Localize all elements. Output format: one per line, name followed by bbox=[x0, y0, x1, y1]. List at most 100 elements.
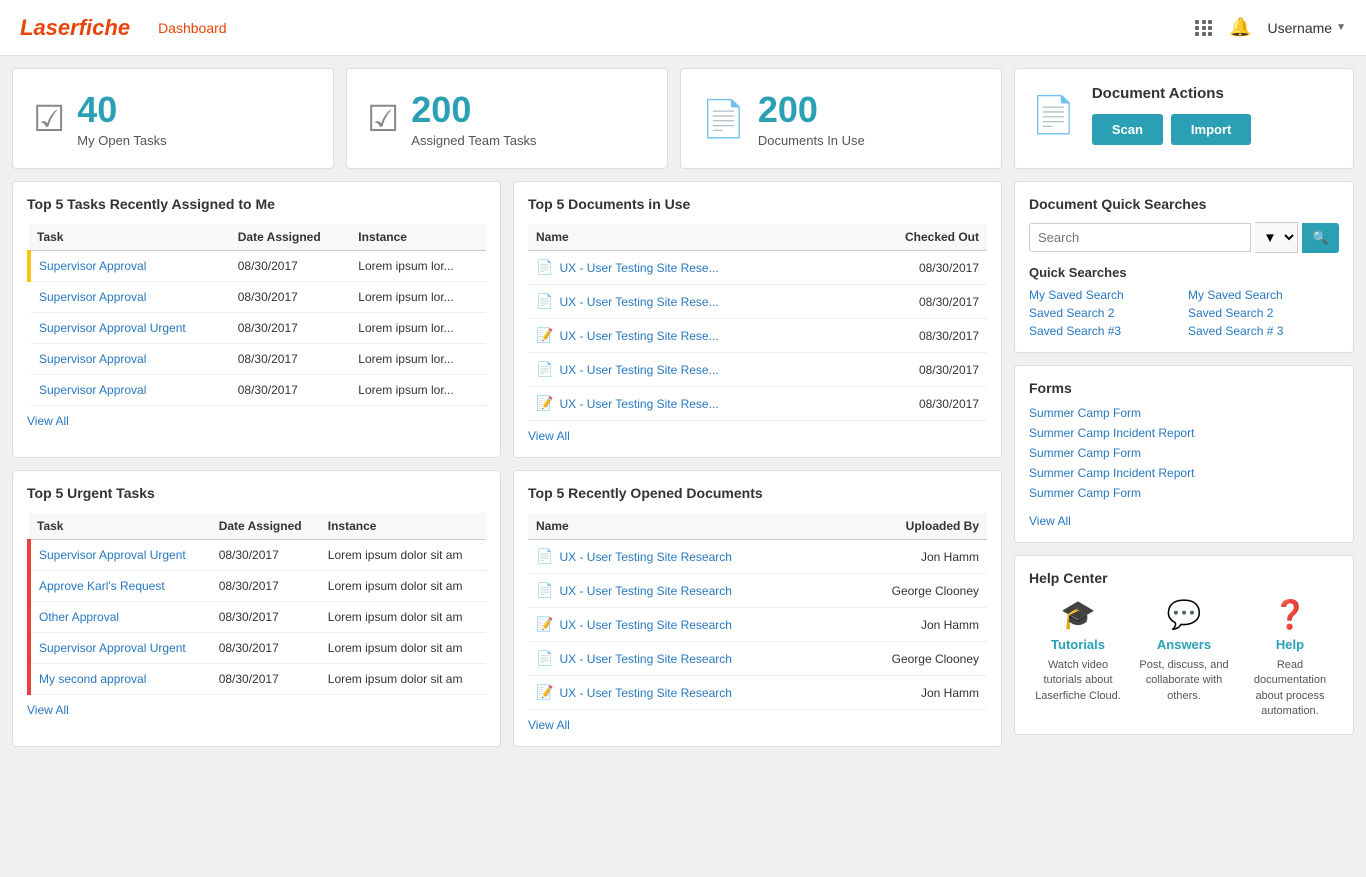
help-item-desc: Post, discuss, and collaborate with othe… bbox=[1135, 658, 1233, 704]
quick-search-link[interactable]: Saved Search #3 bbox=[1029, 324, 1180, 338]
recent-doc-link[interactable]: UX - User Testing Site Research bbox=[559, 686, 732, 700]
docs-in-use-table: Name Checked Out 📄 UX - User Testing Sit… bbox=[528, 224, 987, 421]
top-tasks-col-date: Date Assigned bbox=[230, 224, 351, 251]
task-instance-cell: Lorem ipsum lor... bbox=[350, 344, 486, 375]
urgent-tasks-table: Task Date Assigned Instance Supervisor A… bbox=[27, 513, 486, 695]
apps-icon[interactable] bbox=[1195, 20, 1213, 36]
doc-link[interactable]: UX - User Testing Site Rese... bbox=[559, 261, 718, 275]
help-item[interactable]: 🎓 Tutorials Watch video tutorials about … bbox=[1029, 598, 1127, 720]
open-tasks-stat: ☑ 40 My Open Tasks bbox=[12, 68, 334, 169]
app-logo: Laserfiche bbox=[20, 15, 130, 41]
team-tasks-icon: ☑ bbox=[367, 98, 399, 140]
urgent-tasks-view-all[interactable]: View All bbox=[27, 703, 69, 717]
recent-doc-name-cell: 📝 UX - User Testing Site Research bbox=[528, 676, 837, 710]
recent-doc-link[interactable]: UX - User Testing Site Research bbox=[559, 550, 732, 564]
username-label: Username bbox=[1268, 20, 1333, 36]
top-tasks-col-instance: Instance bbox=[350, 224, 486, 251]
team-tasks-label: Assigned Team Tasks bbox=[411, 133, 536, 148]
task-date-cell: 08/30/2017 bbox=[230, 282, 351, 313]
doc-link[interactable]: UX - User Testing Site Rese... bbox=[559, 295, 718, 309]
quick-search-link[interactable]: My Saved Search bbox=[1029, 288, 1180, 302]
table-row: 📝 UX - User Testing Site Research Jon Ha… bbox=[528, 676, 987, 710]
help-center-section: Help Center 🎓 Tutorials Watch video tuto… bbox=[1014, 555, 1354, 735]
doc-actions-title: Document Actions bbox=[1092, 85, 1252, 102]
recent-doc-uploaded-cell: George Clooney bbox=[837, 642, 988, 676]
doc-link[interactable]: UX - User Testing Site Rese... bbox=[559, 363, 718, 377]
recent-col-uploaded: Uploaded By bbox=[837, 513, 988, 540]
urgent-task-link[interactable]: Approve Karl's Request bbox=[39, 579, 165, 593]
forms-view-all[interactable]: View All bbox=[1029, 514, 1071, 528]
quick-search-link[interactable]: Saved Search 2 bbox=[1188, 306, 1339, 320]
recent-doc-uploaded-cell: George Clooney bbox=[837, 574, 988, 608]
help-item[interactable]: ❓ Help Read documentation about process … bbox=[1241, 598, 1339, 720]
urgent-task-name-cell: Supervisor Approval Urgent bbox=[29, 633, 211, 664]
pdf-icon: 📄 bbox=[536, 650, 553, 667]
table-row: Supervisor Approval 08/30/2017 Lorem ips… bbox=[29, 344, 486, 375]
quick-searches-section-title: Document Quick Searches bbox=[1029, 196, 1339, 212]
quick-search-link[interactable]: My Saved Search bbox=[1188, 288, 1339, 302]
urgent-task-link[interactable]: Supervisor Approval Urgent bbox=[39, 641, 186, 655]
task-date-cell: 08/30/2017 bbox=[230, 313, 351, 344]
chevron-down-icon: ▼ bbox=[1336, 22, 1346, 33]
urgent-task-name-cell: Approve Karl's Request bbox=[29, 571, 211, 602]
task-link[interactable]: Supervisor Approval bbox=[39, 290, 146, 304]
task-link[interactable]: Supervisor Approval bbox=[39, 383, 146, 397]
task-link[interactable]: Supervisor Approval bbox=[39, 259, 146, 273]
task-instance-cell: Lorem ipsum lor... bbox=[350, 251, 486, 282]
form-link[interactable]: Summer Camp Incident Report bbox=[1029, 426, 1339, 440]
task-link[interactable]: Supervisor Approval bbox=[39, 352, 146, 366]
doc-link[interactable]: UX - User Testing Site Rese... bbox=[559, 397, 718, 411]
notifications-icon[interactable]: 🔔 bbox=[1229, 17, 1251, 38]
left-column: Top 5 Tasks Recently Assigned to Me Task… bbox=[12, 181, 501, 747]
urgent-task-name-cell: My second approval bbox=[29, 664, 211, 695]
table-row: 📝 UX - User Testing Site Rese... 08/30/2… bbox=[528, 319, 987, 353]
urgent-task-date-cell: 08/30/2017 bbox=[211, 540, 320, 571]
urgent-task-link[interactable]: Other Approval bbox=[39, 610, 119, 624]
recent-doc-link[interactable]: UX - User Testing Site Research bbox=[559, 652, 732, 666]
team-tasks-stat: ☑ 200 Assigned Team Tasks bbox=[346, 68, 668, 169]
recent-doc-link[interactable]: UX - User Testing Site Research bbox=[559, 618, 732, 632]
recently-opened-panel: Top 5 Recently Opened Documents Name Upl… bbox=[513, 470, 1002, 747]
top-tasks-view-all[interactable]: View All bbox=[27, 414, 69, 428]
doc-name-cell: 📄 UX - User Testing Site Rese... bbox=[528, 285, 844, 319]
urgent-task-instance-cell: Lorem ipsum dolor sit am bbox=[320, 602, 486, 633]
docs-in-use-view-all[interactable]: View All bbox=[528, 429, 570, 443]
urgent-task-link[interactable]: Supervisor Approval Urgent bbox=[39, 548, 186, 562]
urgent-task-link[interactable]: My second approval bbox=[39, 672, 146, 686]
urgent-task-instance-cell: Lorem ipsum dolor sit am bbox=[320, 664, 486, 695]
form-link[interactable]: Summer Camp Form bbox=[1029, 486, 1339, 500]
quick-searches-grid: My Saved Search My Saved Search Saved Sear… bbox=[1029, 288, 1339, 338]
urgent-task-date-cell: 08/30/2017 bbox=[211, 602, 320, 633]
help-item[interactable]: 💬 Answers Post, discuss, and collaborate… bbox=[1135, 598, 1233, 720]
main-panels: Top 5 Tasks Recently Assigned to Me Task… bbox=[0, 169, 1366, 759]
pdf-icon: 📄 bbox=[536, 361, 553, 378]
search-dropdown[interactable]: ▼ bbox=[1255, 222, 1298, 253]
top-tasks-table: Task Date Assigned Instance Supervisor A… bbox=[27, 224, 486, 406]
help-item-label: Help bbox=[1276, 637, 1304, 652]
search-input[interactable] bbox=[1029, 223, 1251, 252]
table-row: 📄 UX - User Testing Site Research Jon Ha… bbox=[528, 540, 987, 574]
task-link[interactable]: Supervisor Approval Urgent bbox=[39, 321, 186, 335]
help-item-icon: 🎓 bbox=[1061, 598, 1096, 631]
urgent-task-date-cell: 08/30/2017 bbox=[211, 571, 320, 602]
pdf-icon: 📄 bbox=[536, 582, 553, 599]
doc-link[interactable]: UX - User Testing Site Rese... bbox=[559, 329, 718, 343]
quick-search-link[interactable]: Saved Search # 3 bbox=[1188, 324, 1339, 338]
form-link[interactable]: Summer Camp Incident Report bbox=[1029, 466, 1339, 480]
recent-doc-link[interactable]: UX - User Testing Site Research bbox=[559, 584, 732, 598]
import-button[interactable]: Import bbox=[1171, 114, 1251, 145]
team-tasks-number: 200 bbox=[411, 89, 536, 131]
task-date-cell: 08/30/2017 bbox=[230, 344, 351, 375]
urgent-task-instance-cell: Lorem ipsum dolor sit am bbox=[320, 540, 486, 571]
search-button[interactable]: 🔍 bbox=[1302, 223, 1339, 253]
form-link[interactable]: Summer Camp Form bbox=[1029, 446, 1339, 460]
quick-search-link[interactable]: Saved Search 2 bbox=[1029, 306, 1180, 320]
scan-button[interactable]: Scan bbox=[1092, 114, 1163, 145]
urgent-tasks-col-instance: Instance bbox=[320, 513, 486, 540]
form-link[interactable]: Summer Camp Form bbox=[1029, 406, 1339, 420]
user-menu[interactable]: Username ▼ bbox=[1268, 20, 1347, 36]
recent-col-name: Name bbox=[528, 513, 837, 540]
recently-opened-view-all[interactable]: View All bbox=[528, 718, 570, 732]
dashboard-nav-link[interactable]: Dashboard bbox=[158, 20, 227, 36]
right-column: Document Quick Searches ▼ 🔍 Quick Search… bbox=[1014, 181, 1354, 747]
